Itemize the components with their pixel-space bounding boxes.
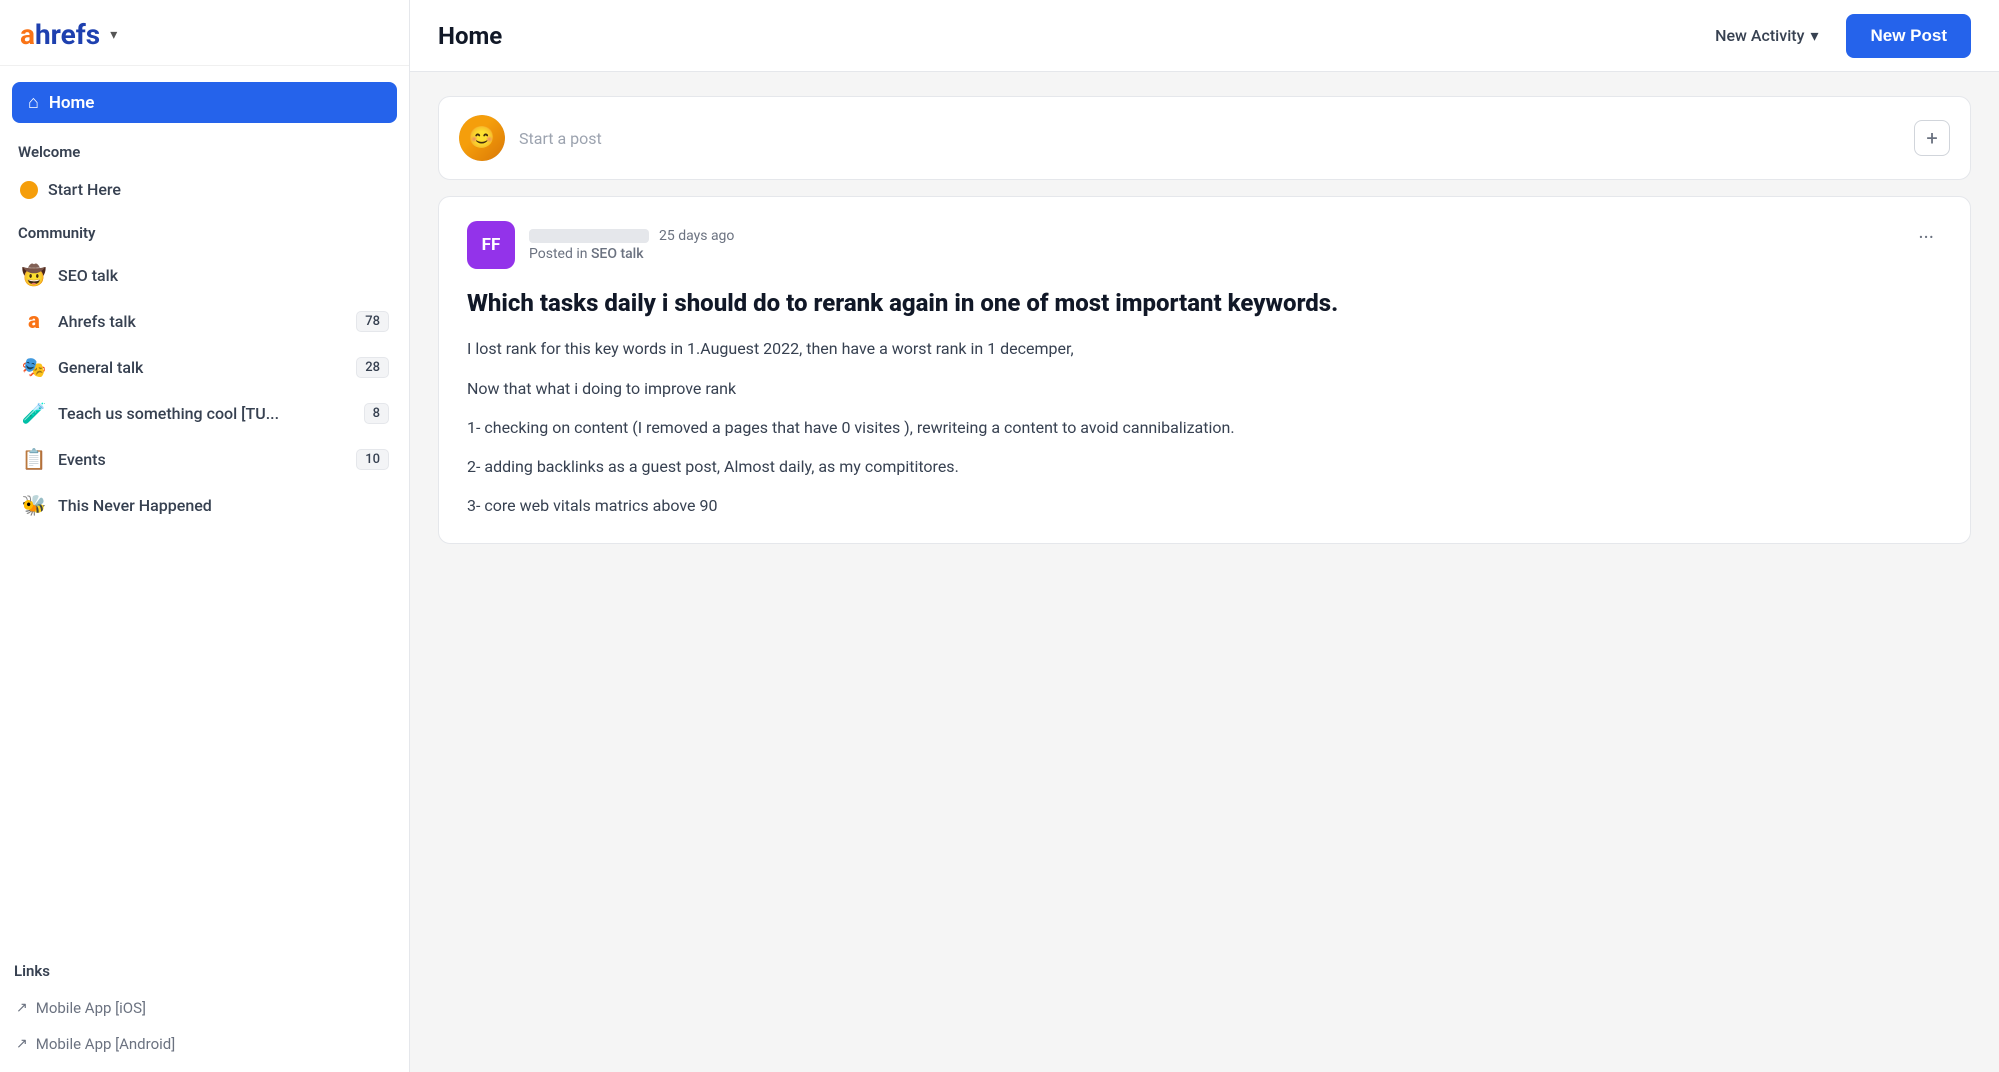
sidebar-item-start-here[interactable]: Start Here: [12, 171, 397, 208]
sidebar-item-general-talk[interactable]: 🎭 General talk 28: [12, 344, 397, 390]
main-content: Home New Activity ▾ New Post 😊 Start a p…: [410, 0, 1999, 1072]
teach-us-icon: 🧪: [20, 399, 48, 427]
start-here-label: Start Here: [48, 180, 121, 199]
links-section-label: Links: [14, 962, 395, 980]
events-badge: 10: [356, 449, 389, 470]
composer-add-button[interactable]: +: [1914, 120, 1950, 156]
new-post-button[interactable]: New Post: [1846, 14, 1971, 58]
post-category-name: SEO talk: [591, 246, 644, 262]
android-link-label: Mobile App [Android]: [36, 1035, 175, 1053]
general-talk-badge: 28: [356, 357, 389, 378]
new-activity-label: New Activity: [1715, 26, 1804, 45]
post-body-line-5: 3- core web vitals matrics above 90: [467, 492, 1942, 519]
post-body: I lost rank for this key words in 1.Augu…: [467, 335, 1942, 519]
teach-us-badge: 8: [364, 403, 389, 424]
topbar: Home New Activity ▾ New Post: [410, 0, 1999, 72]
events-icon: 📋: [20, 445, 48, 473]
welcome-section-label: Welcome: [18, 143, 391, 161]
post-composer[interactable]: 😊 Start a post +: [438, 96, 1971, 180]
home-label: Home: [49, 93, 95, 113]
logo-hrefs: hrefs: [35, 18, 100, 51]
user-avatar-face: 😊: [459, 115, 505, 161]
sidebar-item-home[interactable]: ⌂ Home: [12, 82, 397, 123]
sidebar-item-this-never-happened[interactable]: 🐝 This Never Happened: [12, 482, 397, 528]
post-author-username: [529, 229, 649, 243]
this-never-happened-left: 🐝 This Never Happened: [20, 491, 212, 519]
seo-talk-icon: 🤠: [20, 261, 48, 289]
post-category: Posted in SEO talk: [529, 246, 734, 262]
post-body-line-1: I lost rank for this key words in 1.Augu…: [467, 335, 1942, 362]
general-talk-left: 🎭 General talk: [20, 353, 143, 381]
sidebar-item-teach-us[interactable]: 🧪 Teach us something cool [TU... 8: [12, 390, 397, 436]
links-section: Links ↗ Mobile App [iOS] ↗ Mobile App [A…: [0, 946, 409, 1072]
this-never-happened-label: This Never Happened: [58, 496, 212, 515]
sidebar-item-seo-talk[interactable]: 🤠 SEO talk: [12, 252, 397, 298]
teach-us-left: 🧪 Teach us something cool [TU...: [20, 399, 279, 427]
post-body-line-2: Now that what i doing to improve rank: [467, 375, 1942, 402]
post-meta: 25 days ago Posted in SEO talk: [529, 228, 734, 262]
ahrefs-talk-left: a Ahrefs talk: [20, 307, 136, 335]
page-title: Home: [438, 22, 502, 50]
ios-link-label: Mobile App [iOS]: [36, 999, 146, 1017]
logo-a: a: [20, 18, 35, 51]
topbar-right: New Activity ▾ New Post: [1703, 14, 1971, 58]
home-icon: ⌂: [28, 92, 39, 113]
post-body-line-4: 2- adding backlinks as a guest post, Alm…: [467, 453, 1942, 480]
seo-talk-label: SEO talk: [58, 266, 118, 285]
ahrefs-talk-icon: a: [20, 307, 48, 335]
ahrefs-talk-label: Ahrefs talk: [58, 312, 136, 331]
post-header: FF 25 days ago Posted in SEO talk ···: [467, 221, 1942, 269]
seo-talk-left: 🤠 SEO talk: [20, 261, 118, 289]
community-section-label: Community: [18, 224, 391, 242]
events-label: Events: [58, 450, 106, 469]
content-area: 😊 Start a post + FF 25 days ago Posted i…: [410, 72, 1999, 1072]
new-activity-chevron-icon: ▾: [1810, 26, 1818, 45]
sidebar-item-ahrefs-talk[interactable]: a Ahrefs talk 78: [12, 298, 397, 344]
post-category-prefix: Posted in: [529, 246, 591, 262]
new-activity-button[interactable]: New Activity ▾: [1703, 18, 1830, 53]
ahrefs-talk-badge: 78: [356, 311, 389, 332]
sidebar: ahrefs ▾ ⌂ Home Welcome Start Here Commu…: [0, 0, 410, 1072]
teach-us-label: Teach us something cool [TU...: [58, 404, 279, 423]
ios-link-arrow-icon: ↗: [16, 1000, 28, 1016]
post-more-button[interactable]: ···: [1910, 221, 1942, 253]
general-talk-label: General talk: [58, 358, 143, 377]
android-link-arrow-icon: ↗: [16, 1036, 28, 1052]
logo[interactable]: ahrefs ▾: [20, 18, 117, 51]
post-title: Which tasks daily i should do to rerank …: [467, 287, 1942, 319]
start-here-left: Start Here: [20, 180, 121, 199]
sidebar-link-ios[interactable]: ↗ Mobile App [iOS]: [8, 990, 401, 1026]
post-header-left: FF 25 days ago Posted in SEO talk: [467, 221, 734, 269]
sidebar-nav: ⌂ Home Welcome Start Here Community 🤠 SE…: [0, 66, 409, 946]
general-talk-icon: 🎭: [20, 353, 48, 381]
post-timestamp: 25 days ago: [659, 228, 734, 244]
this-never-happened-icon: 🐝: [20, 491, 48, 519]
start-here-dot-icon: [20, 181, 38, 199]
feed-post: FF 25 days ago Posted in SEO talk ··· Wh…: [438, 196, 1971, 544]
logo-text: ahrefs: [20, 18, 100, 51]
events-left: 📋 Events: [20, 445, 106, 473]
composer-avatar: 😊: [459, 115, 505, 161]
post-body-line-3: 1- checking on content (I removed a page…: [467, 414, 1942, 441]
logo-chevron-icon[interactable]: ▾: [110, 27, 117, 43]
post-author-avatar: FF: [467, 221, 515, 269]
composer-placeholder[interactable]: Start a post: [519, 129, 1900, 148]
sidebar-link-android[interactable]: ↗ Mobile App [Android]: [8, 1026, 401, 1062]
sidebar-header: ahrefs ▾: [0, 0, 409, 66]
sidebar-item-events[interactable]: 📋 Events 10: [12, 436, 397, 482]
